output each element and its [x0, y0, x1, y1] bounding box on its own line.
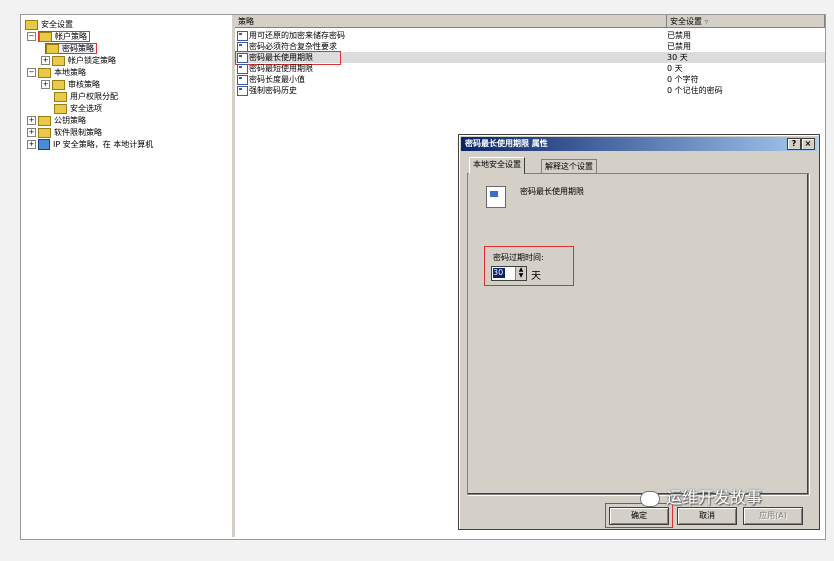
watermark: 运维开发故事 — [640, 484, 762, 508]
tree-item-user-rights[interactable]: 用户权限分配 — [54, 91, 118, 102]
tree-item-software-restriction[interactable]: + 软件限制策略 — [27, 127, 102, 138]
collapse-icon[interactable]: − — [27, 32, 36, 41]
folder-icon — [46, 43, 59, 54]
console-tree: 安全设置 − 帐户策略 密码策略 + 帐户锁定策略 − 本地策略 + 审核策略 用户权限… — [21, 15, 232, 533]
expire-label: 密码过期时间: — [493, 253, 544, 262]
expand-icon[interactable]: + — [27, 116, 36, 125]
folder-icon — [52, 55, 65, 66]
column-header-setting[interactable]: 安全设置 ▿ — [667, 15, 825, 28]
properties-dialog: 密码最长使用期限 属性 ? × 本地安全设置 解释这个设置 密码最长使用期限 密… — [458, 134, 820, 530]
sort-arrow-icon: ▿ — [704, 17, 709, 26]
tree-item-public-key[interactable]: + 公钥策略 — [27, 115, 86, 126]
policy-icon — [237, 30, 248, 41]
tree-item-security-options[interactable]: 安全选项 — [54, 103, 102, 114]
help-button[interactable]: ? — [787, 138, 801, 150]
policy-large-icon — [486, 186, 506, 208]
policy-icon — [237, 41, 248, 52]
policy-icon — [237, 85, 248, 96]
tab-local-security[interactable]: 本地安全设置 — [469, 157, 525, 174]
tree-item-ip-security[interactable]: + IP 安全策略，在 本地计算机 — [27, 139, 153, 150]
folder-icon — [54, 91, 67, 102]
list-row[interactable]: 密码长度最小值 0 个字符 — [235, 74, 825, 85]
folder-icon — [52, 79, 65, 90]
account-policy-highlight: 帐户策略 — [38, 31, 90, 42]
spin-arrows-icon[interactable]: ▲ ▼ — [515, 267, 526, 280]
tree-item-password-policy[interactable]: 密码策略 — [45, 43, 97, 54]
list-row[interactable]: 密码最短使用期限 0 天 — [235, 63, 825, 74]
expand-icon[interactable]: + — [41, 56, 50, 65]
close-button[interactable]: × — [801, 138, 815, 150]
wechat-icon — [640, 490, 660, 507]
expire-days-stepper[interactable]: 30 ▲ ▼ — [491, 266, 527, 281]
list-row[interactable]: 强制密码历史 0 个记住的密码 — [235, 85, 825, 96]
folder-icon — [38, 127, 51, 138]
collapse-icon[interactable]: − — [27, 68, 36, 77]
tree-item-account-policy[interactable]: − 帐户策略 — [27, 31, 90, 42]
ip-security-icon — [38, 139, 50, 150]
tree-item-lockout-policy[interactable]: + 帐户锁定策略 — [41, 55, 116, 66]
folder-icon — [38, 115, 51, 126]
tab-panel: 密码最长使用期限 密码过期时间: 30 ▲ ▼ 天 — [467, 173, 809, 495]
expand-icon[interactable]: + — [27, 128, 36, 137]
unit-label: 天 — [531, 271, 541, 282]
expire-days-value[interactable]: 30 — [493, 268, 505, 278]
folder-icon — [54, 103, 67, 114]
cancel-button[interactable]: 取消 — [677, 507, 737, 525]
apply-button[interactable]: 应用(A) — [743, 507, 803, 525]
password-policy-highlight: 密码策略 — [45, 43, 97, 54]
dialog-titlebar[interactable]: 密码最长使用期限 属性 ? × — [461, 137, 817, 151]
expand-icon[interactable]: + — [27, 140, 36, 149]
folder-icon — [38, 67, 51, 78]
folder-icon — [39, 31, 52, 42]
policy-icon — [237, 74, 248, 85]
expand-icon[interactable]: + — [41, 80, 50, 89]
folder-icon — [25, 19, 38, 30]
tab-explain[interactable]: 解释这个设置 — [541, 159, 597, 174]
tree-item-local-policy[interactable]: − 本地策略 — [27, 67, 86, 78]
policy-icon — [237, 63, 248, 74]
setting-heading: 密码最长使用期限 — [520, 187, 584, 196]
list-row[interactable]: 用可还原的加密来储存密码 已禁用 — [235, 30, 825, 41]
column-header-policy[interactable]: 策略 — [235, 15, 667, 28]
tree-item-security-settings[interactable]: 安全设置 — [25, 19, 73, 30]
tree-item-audit-policy[interactable]: + 审核策略 — [41, 79, 100, 90]
